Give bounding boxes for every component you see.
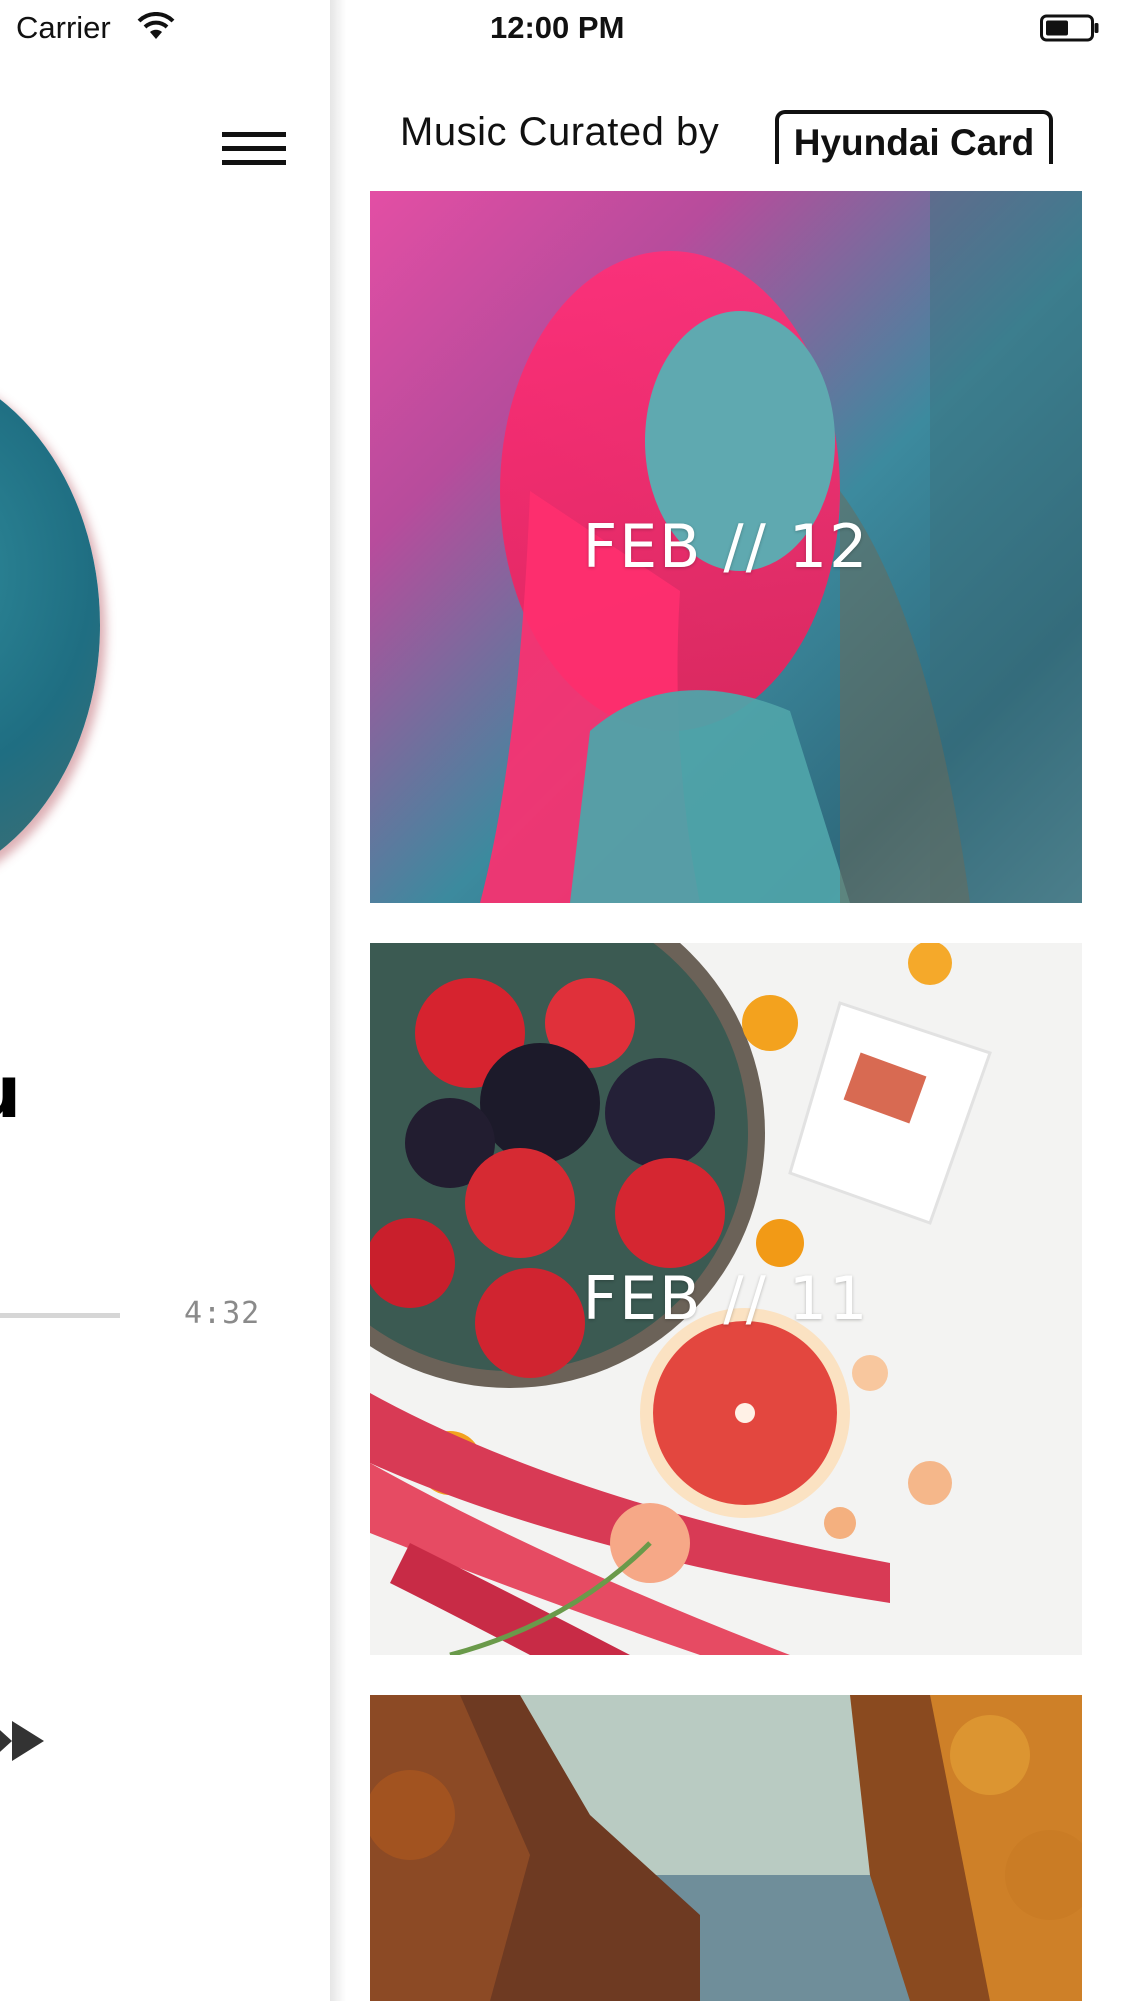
card-date-label: [370, 1695, 1082, 2001]
album-art-disc: [0, 360, 100, 890]
feed-header: Music Curated by Hyundai Card: [335, 100, 1125, 170]
player-panel: u 4:32: [0, 0, 335, 2001]
playlist-card-feb-12[interactable]: FEB // 12: [370, 191, 1082, 903]
fast-forward-icon[interactable]: [0, 1716, 60, 1766]
carrier-label: Carrier: [16, 10, 111, 45]
playback-progress-bar[interactable]: [0, 1313, 120, 1318]
panel-divider-shadow: [330, 0, 346, 2001]
feed-panel: Music Curated by Hyundai Card FEB // 12: [335, 0, 1125, 2001]
track-duration: 4:32: [184, 1296, 261, 1331]
brand-name: Hyundai Card: [793, 122, 1035, 163]
status-bar: Carrier 12:00 PM: [0, 0, 1125, 56]
menu-button[interactable]: [218, 128, 288, 172]
card-date-label: FEB // 12: [582, 512, 870, 582]
playlist-card-3[interactable]: [370, 1695, 1082, 2001]
battery-icon: [1040, 14, 1099, 42]
playlist-card-feb-11[interactable]: FEB // 11: [370, 943, 1082, 1655]
wifi-icon: [137, 12, 175, 39]
curated-by-label: Music Curated by: [400, 110, 720, 154]
track-title: u: [0, 1050, 21, 1134]
brand-badge: Hyundai Card: [775, 110, 1053, 164]
hamburger-menu-icon: [222, 132, 286, 137]
clock: 12:00 PM: [490, 10, 625, 45]
card-date-label: FEB // 11: [582, 1264, 870, 1334]
